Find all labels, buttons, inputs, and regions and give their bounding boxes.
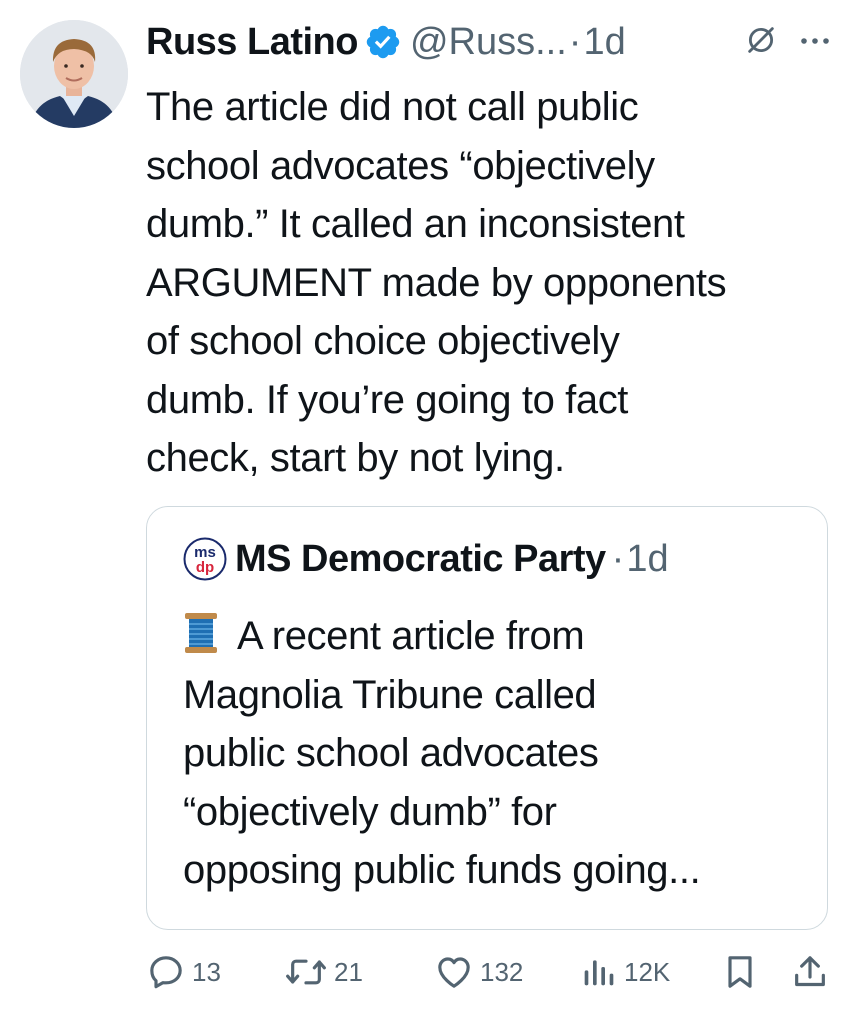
tweet-text-line: dumb.” It called an inconsistent <box>146 202 685 246</box>
verified-badge-icon <box>364 23 402 61</box>
separator-dot: · <box>568 20 582 63</box>
quoted-text-line: A recent article from <box>237 614 585 658</box>
retweet-count: 21 <box>334 956 363 987</box>
author-name[interactable]: Russ Latino <box>146 21 358 64</box>
tweet-time[interactable]: 1d <box>583 21 625 64</box>
quoted-text-line: opposing public funds going... <box>183 848 701 892</box>
quoted-tweet-header: ms dp MS Democratic Party · 1d <box>183 537 669 581</box>
tweet-text-line: ARGUMENT made by opponents <box>146 260 727 305</box>
retweet-icon <box>286 959 326 985</box>
avatar[interactable] <box>20 20 128 128</box>
separator-dot: · <box>611 537 625 580</box>
quoted-tweet-time: 1d <box>626 537 669 580</box>
like-icon <box>438 957 470 988</box>
tweet-text-line: school advocates “objectively <box>146 143 655 188</box>
share-icon <box>795 956 825 987</box>
reply-icon <box>150 956 182 989</box>
tweet-header: Russ Latino @Russ... · 1d <box>146 14 830 70</box>
quoted-text-line: “objectively dumb” for <box>183 789 557 834</box>
reply-count: 13 <box>192 956 221 987</box>
quoted-tweet[interactable]: ms dp MS Democratic Party · 1d A recent … <box>146 506 828 930</box>
tweet-text: The article did not call public school a… <box>146 78 836 488</box>
bookmark-button[interactable] <box>720 952 760 992</box>
share-button[interactable] <box>790 952 830 992</box>
grok-icon[interactable] <box>744 23 778 62</box>
views-button[interactable]: 12K <box>578 952 670 992</box>
ms-democratic-party-logo[interactable]: ms dp <box>183 537 227 581</box>
author-handle[interactable]: @Russ... <box>410 21 567 64</box>
bookmark-icon <box>728 956 752 988</box>
quoted-author-name[interactable]: MS Democratic Party <box>235 538 606 581</box>
tweet-text-line: check, start by not lying. <box>146 436 565 480</box>
view-count: 12K <box>624 956 671 987</box>
like-count: 132 <box>480 956 524 987</box>
retweet-button[interactable]: 21 <box>284 952 363 992</box>
action-bar: 13 21 132 12K <box>146 952 830 1000</box>
tweet-text-line: dumb. If you’re going to fact <box>146 377 629 422</box>
like-button[interactable]: 132 <box>434 952 523 992</box>
quoted-text-line: Magnolia Tribune called <box>183 672 597 717</box>
tweet-text-line: of school choice objectively <box>146 319 620 363</box>
views-icon <box>584 960 614 986</box>
svg-text:dp: dp <box>196 559 214 576</box>
reply-button[interactable]: 13 <box>146 952 221 992</box>
spool-emoji-icon <box>183 611 219 655</box>
tweet-text-line: The article did not call public <box>146 85 639 129</box>
more-icon[interactable] <box>800 33 830 51</box>
quoted-tweet-text: A recent article from Magnolia Tribune c… <box>183 607 813 900</box>
quoted-text-line: public school advocates <box>183 731 599 775</box>
